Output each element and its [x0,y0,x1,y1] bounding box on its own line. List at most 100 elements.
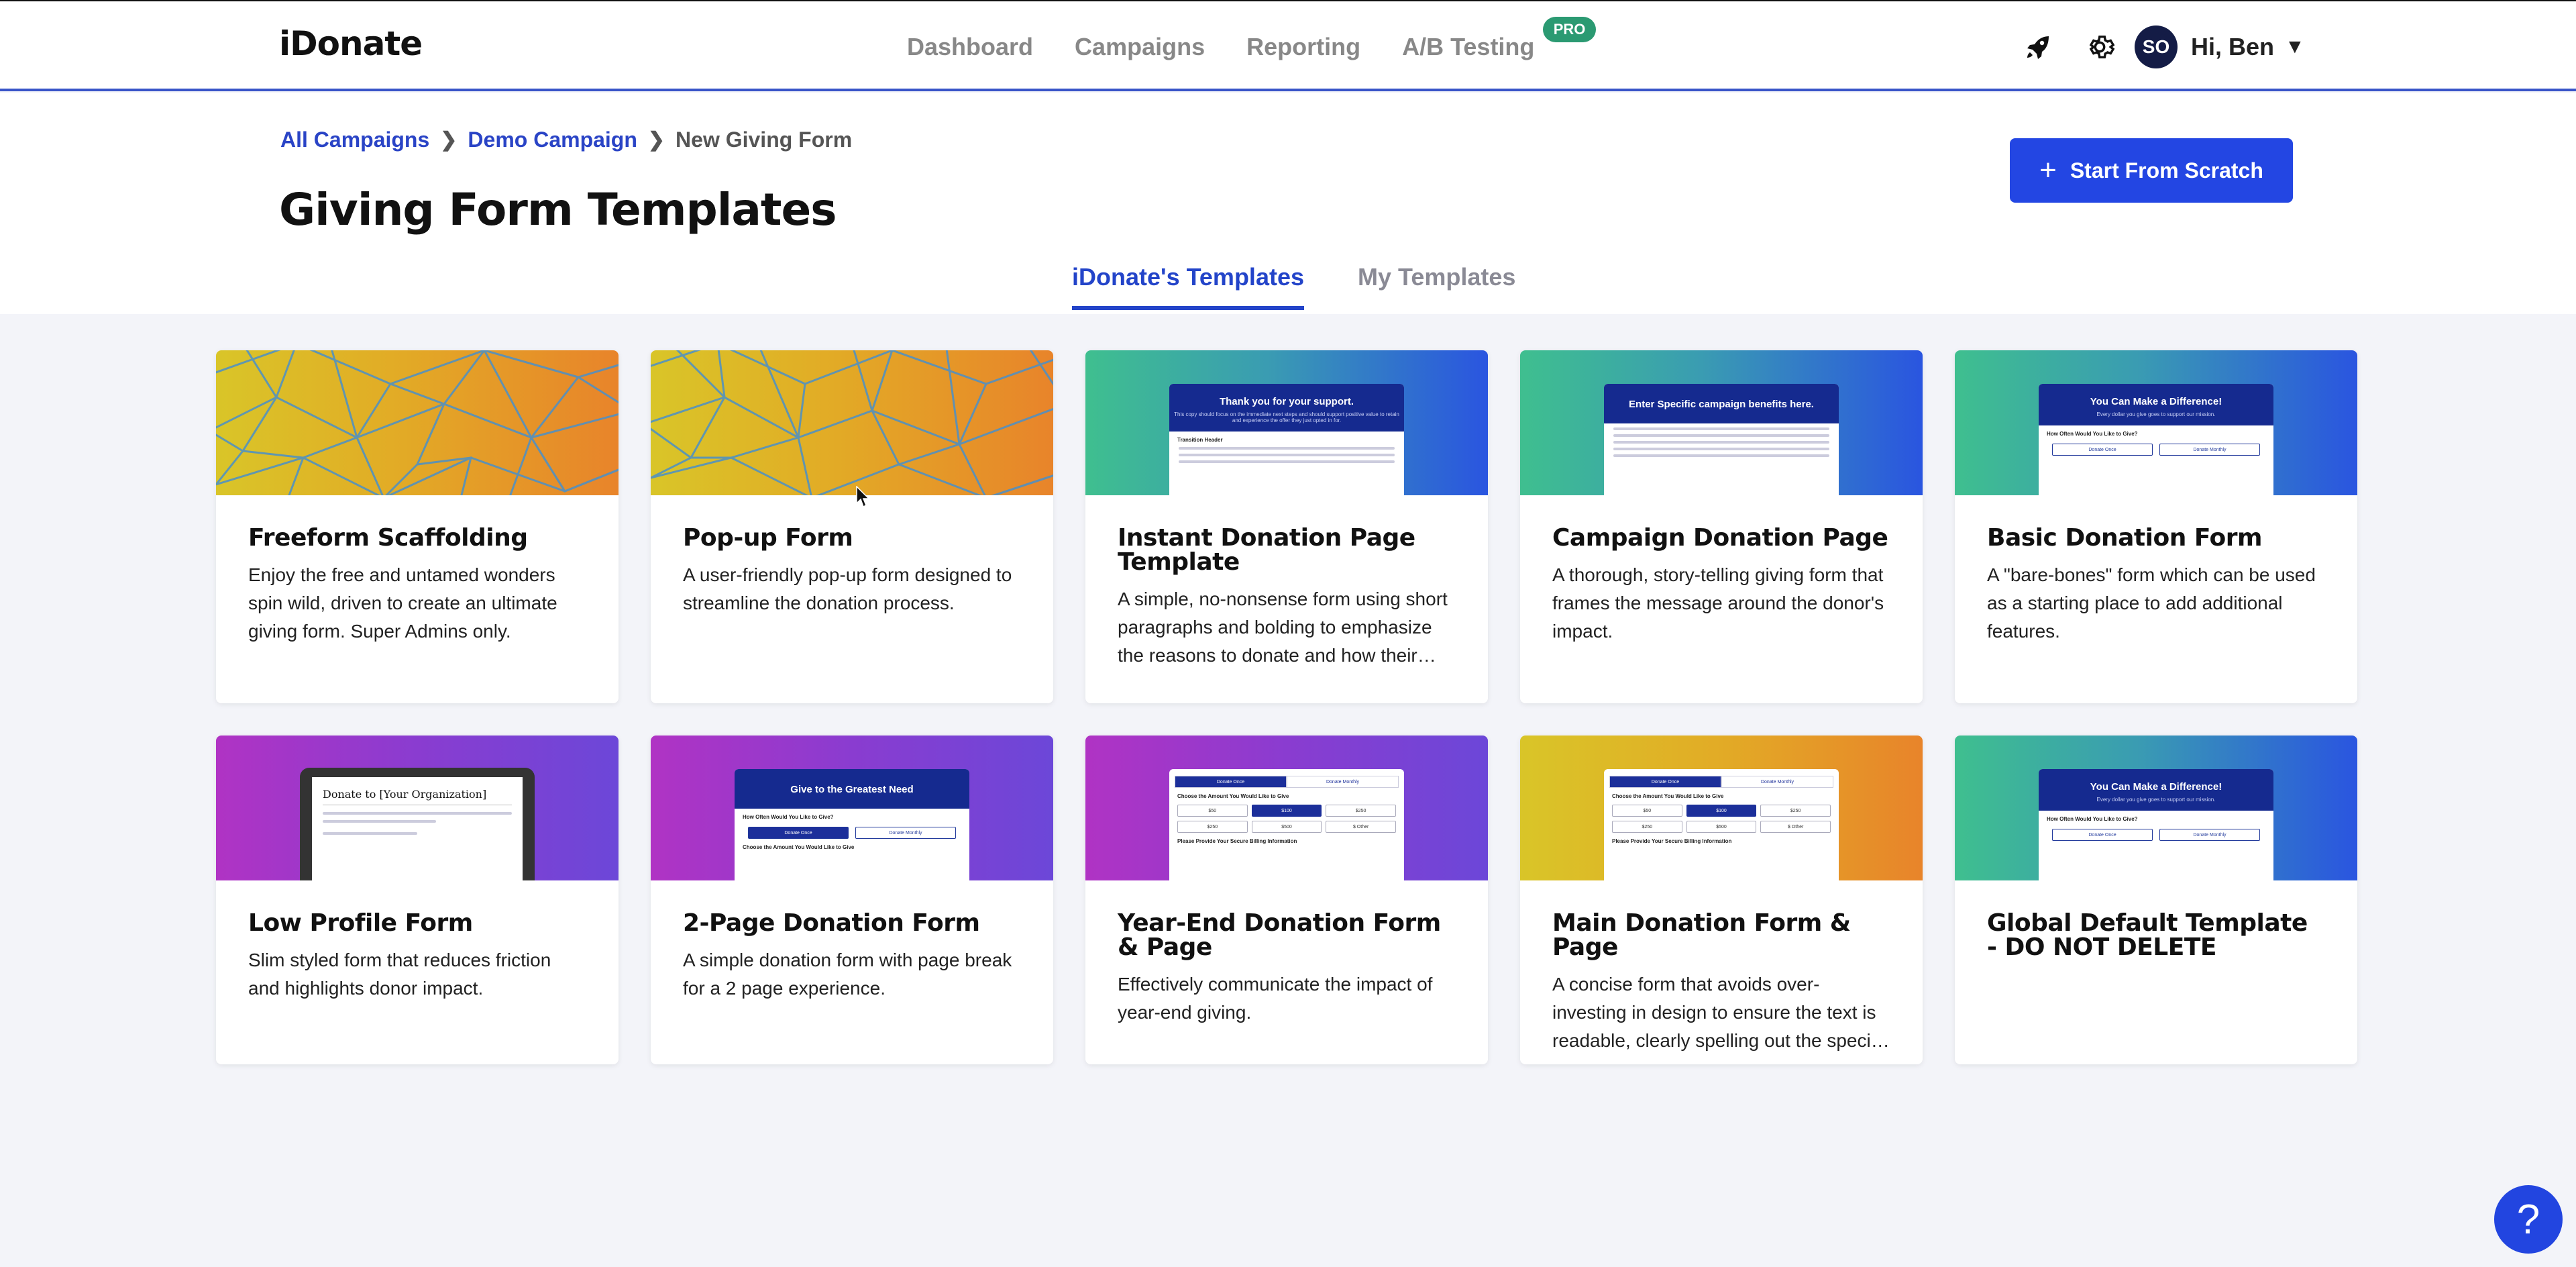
template-title: Pop-up Form [683,524,853,552]
template-title: Basic Donation Form [1987,524,2262,552]
form-preview: You Can Make a Difference! Every dollar y… [2039,384,2273,495]
template-card-global-default[interactable]: You Can Make a Difference! Every dollar y… [1955,736,2357,1064]
preview-amount: $250 [1177,821,1248,833]
template-tabs: iDonate's Templates My Templates [1072,263,1515,310]
template-title: Main Donation Form & Page [1552,909,1851,961]
page-title: Giving Form Templates [279,184,837,236]
idonate-logo[interactable]: iDonate [279,24,423,63]
template-card-instant-donation-page[interactable]: Thank you for your support. This copy sho… [1085,350,1488,703]
preview-amount-grid: $50 $100 $250 $250 $500 $ Other [1177,805,1396,833]
preview-frequency: Donate Once Donate Monthly [2052,444,2260,456]
preview-amount: $250 [1612,821,1682,833]
template-description: A simple donation form with page break f… [683,950,1012,999]
preview-text-line [1613,434,1829,437]
chevron-right-icon: ❯ [647,129,665,151]
preview-heading: Thank you for your support. [1219,396,1354,407]
preview-heading: Donate to [Your Organization] [323,788,512,805]
form-preview: Thank you for your support. This copy sho… [1169,384,1404,495]
template-card-popup-form[interactable]: Pop-up Form A user-friendly pop-up form … [651,350,1053,703]
nav-campaigns[interactable]: Campaigns [1075,33,1205,61]
nav-reporting[interactable]: Reporting [1246,33,1360,61]
page-header: All Campaigns ❯ Demo Campaign ❯ New Givi… [0,93,2576,314]
form-preview: Give to the Greatest Need How Often Woul… [735,769,969,880]
avatar[interactable]: SO [2135,26,2178,68]
preview-text-line [1613,448,1829,450]
template-card-low-profile-form[interactable]: Donate to [Your Organization] Low Profil… [216,736,619,1064]
template-description: Effectively communicate the impact of ye… [1118,974,1433,1023]
start-from-scratch-button[interactable]: + Start From Scratch [2010,138,2293,203]
template-thumbnail [651,350,1053,495]
preview-text-line [1613,454,1829,457]
tab-idonate-templates[interactable]: iDonate's Templates [1072,263,1304,310]
breadcrumb-current: New Giving Form [676,128,853,152]
preview-amount: $50 [1612,805,1682,817]
preview-subtext: This copy should focus on the immediate … [1174,411,1399,423]
breadcrumb-all-campaigns[interactable]: All Campaigns [280,128,429,152]
preview-donate-monthly: Donate Monthly [855,827,956,839]
preview-amount: $250 [1760,805,1831,817]
template-card-freeform-scaffolding[interactable]: Freeform Scaffolding Enjoy the free and … [216,350,619,703]
template-card-basic-donation-form[interactable]: You Can Make a Difference! Every dollar y… [1955,350,2357,703]
preview-amount: $ Other [1326,821,1396,833]
preview-donate-monthly: Donate Monthly [1287,776,1399,788]
template-title: Freeform Scaffolding [248,524,528,552]
preview-text-line [1613,441,1829,444]
preview-heading: Enter Specific campaign benefits here. [1629,399,1814,410]
preview-amount: $50 [1177,805,1248,817]
template-thumbnail: Donate to [Your Organization] [216,736,619,880]
preview-amount: $500 [1251,821,1322,833]
preview-subtext: Every dollar you give goes to support ou… [2096,411,2216,417]
help-button[interactable]: ? [2494,1185,2563,1254]
preview-donate-once: Donate Once [1609,776,1721,788]
preview-amount: $ Other [1760,821,1831,833]
preview-amount: $500 [1686,821,1757,833]
template-thumbnail [216,350,619,495]
preview-heading: Give to the Greatest Need [790,784,914,795]
preview-subtext: Every dollar you give goes to support ou… [2096,797,2216,803]
template-description: A thorough, story-telling giving form th… [1552,564,1884,642]
mouse-cursor-icon [856,486,870,508]
template-description: A simple, no-nonsense form using short p… [1118,589,1448,666]
template-card-2-page-donation-form[interactable]: Give to the Greatest Need How Often Woul… [651,736,1053,1064]
preview-donate-monthly: Donate Monthly [2159,444,2260,456]
template-thumbnail: You Can Make a Difference! Every dollar y… [1955,350,2357,495]
gear-icon[interactable] [2081,28,2118,66]
template-title: Instant Donation Page Template [1118,524,1415,576]
template-description: Enjoy the free and untamed wonders spin … [248,564,557,642]
template-title: Low Profile Form [248,909,473,937]
rocket-icon[interactable] [2019,28,2057,66]
tab-my-templates[interactable]: My Templates [1358,263,1515,310]
template-title: 2-Page Donation Form [683,909,980,937]
tablet-preview: Donate to [Your Organization] [300,768,535,880]
user-greeting[interactable]: Hi, Ben [2191,33,2274,61]
breadcrumb-demo-campaign[interactable]: Demo Campaign [468,128,637,152]
template-description: A user-friendly pop-up form designed to … [683,564,1012,613]
preview-billing-label: Please Provide Your Secure Billing Infor… [1612,838,1732,844]
template-title: Campaign Donation Page [1552,524,1888,552]
breadcrumb: All Campaigns ❯ Demo Campaign ❯ New Givi… [280,128,852,152]
preview-amount: $100 [1251,805,1322,817]
template-thumbnail: Enter Specific campaign benefits here. [1520,350,1923,495]
preview-text-line [1179,447,1395,450]
preview-frequency: Donate Once Donate Monthly [748,827,956,839]
preview-question: How Often Would You Like to Give? [743,814,834,820]
preview-text-line [1179,454,1395,456]
preview-amount: $250 [1326,805,1396,817]
chevron-right-icon: ❯ [440,129,458,151]
preview-amount-label: Choose the Amount You Would Like to Give [1612,793,1724,799]
pro-badge: PRO [1542,17,1597,42]
preview-donate-once: Donate Once [2052,829,2153,841]
template-description: A "bare-bones" form which can be used as… [1987,564,2316,642]
template-card-campaign-donation-page[interactable]: Enter Specific campaign benefits here. C… [1520,350,1923,703]
template-card-year-end-donation-form[interactable]: Donate Once Donate Monthly Choose the Am… [1085,736,1488,1064]
chevron-down-icon[interactable]: ▼ [2285,36,2305,58]
template-title: Year-End Donation Form & Page [1118,909,1441,961]
preview-text-line [1179,460,1395,463]
preview-frequency-tabs: Donate Once Donate Monthly [1609,776,1833,788]
nav-dashboard[interactable]: Dashboard [907,33,1033,61]
template-grid: Freeform Scaffolding Enjoy the free and … [216,350,2357,1064]
nav-ab-testing[interactable]: A/B Testing PRO [1402,17,1597,61]
template-card-main-donation-form[interactable]: Donate Once Donate Monthly Choose the Am… [1520,736,1923,1064]
preview-donate-once: Donate Once [748,827,849,839]
preview-question: How Often Would You Like to Give? [2047,816,2138,822]
